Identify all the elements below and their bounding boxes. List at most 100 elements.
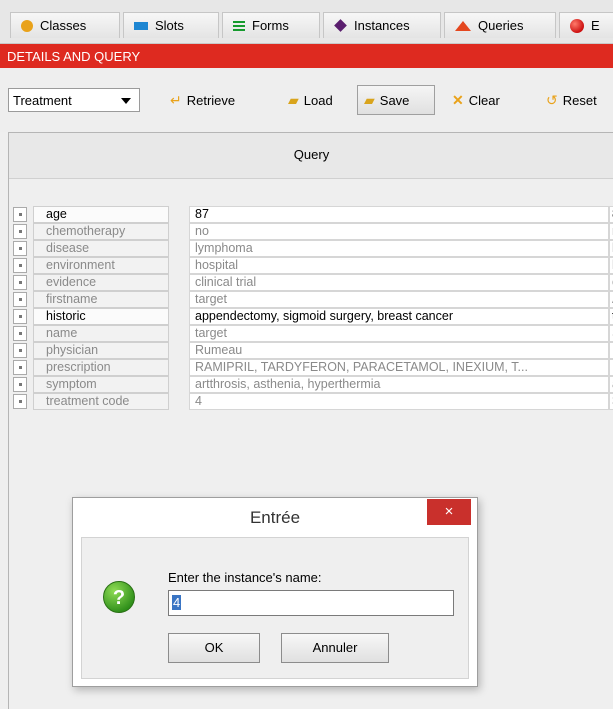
tab-label: Forms — [252, 18, 289, 33]
tab-label: Classes — [40, 18, 87, 33]
section-title: DETAILS AND QUERY — [7, 48, 141, 64]
forms-icon — [233, 20, 245, 31]
cancel-label: Annuler — [312, 640, 358, 655]
query-row-environment: environment hospital h — [13, 257, 613, 274]
query-row-physician: physician Rumeau M — [13, 342, 613, 359]
tab-partial[interactable]: E — [559, 12, 613, 38]
slots-icon — [134, 21, 148, 30]
ball-icon — [570, 18, 584, 33]
query-row-treatment-code: treatment code 4 3 — [13, 393, 613, 410]
slot-value[interactable]: RAMIPRIL, TARDYFERON, PARACETAMOL, INEXI… — [189, 359, 609, 376]
reset-icon: ↺ — [546, 92, 558, 108]
dialog-body: ? Enter the instance's name: 4 OK Annule… — [81, 537, 469, 679]
clear-label: Clear — [468, 92, 500, 108]
slot-extra-value[interactable]: M — [609, 342, 613, 359]
instances-icon — [334, 19, 347, 32]
row-bullet-icon[interactable] — [13, 377, 27, 392]
slot-extra-value[interactable]: 8 — [609, 206, 613, 223]
slot-name: firstname — [33, 291, 169, 308]
slot-extra-value[interactable]: F — [609, 359, 613, 376]
tab-instances[interactable]: Instances — [323, 12, 441, 38]
retrieve-label: Retrieve — [186, 92, 236, 108]
query-title: Query — [293, 147, 330, 162]
toolbar: Treatment ↵ Retrieve ▰ Load ▰ Save ✕ Cle… — [0, 68, 613, 132]
slot-name: physician — [33, 342, 169, 359]
slot-name: historic — [33, 308, 169, 325]
slot-name: treatment code — [33, 393, 169, 410]
query-row-disease: disease lymphoma ly — [13, 240, 613, 257]
row-bullet-icon[interactable] — [13, 224, 27, 239]
section-header: DETAILS AND QUERY — [0, 44, 613, 68]
query-row-evidence: evidence clinical trial c — [13, 274, 613, 291]
row-bullet-icon[interactable] — [13, 394, 27, 409]
slot-value[interactable]: Rumeau — [189, 342, 609, 359]
load-button[interactable]: ▰ Load — [282, 86, 339, 114]
query-row-historic: historic appendectomy, sigmoid surgery, … — [13, 308, 613, 325]
class-select[interactable]: Treatment — [8, 88, 140, 112]
row-bullet-icon[interactable] — [13, 292, 27, 307]
tab-label: E — [591, 18, 600, 33]
row-bullet-icon[interactable] — [13, 241, 27, 256]
row-bullet-icon[interactable] — [13, 207, 27, 222]
query-row-prescription: prescription RAMIPRIL, TARDYFERON, PARAC… — [13, 359, 613, 376]
row-bullet-icon[interactable] — [13, 343, 27, 358]
close-button[interactable]: × — [427, 499, 471, 525]
tab-label: Instances — [354, 18, 410, 33]
slot-value[interactable]: target — [189, 325, 609, 342]
slot-extra-value[interactable]: t — [609, 308, 613, 325]
retrieve-button[interactable]: ↵ Retrieve — [164, 86, 241, 114]
slot-value[interactable]: artthrosis, asthenia, hyperthermia — [189, 376, 609, 393]
slot-extra-value[interactable]: a — [609, 376, 613, 393]
instance-name-input[interactable]: 4 — [168, 590, 454, 616]
dialog-prompt: Enter the instance's name: — [168, 570, 322, 585]
slot-name: prescription — [33, 359, 169, 376]
row-bullet-icon[interactable] — [13, 258, 27, 273]
slot-value[interactable]: 87 — [189, 206, 609, 223]
ok-button[interactable]: OK — [168, 633, 260, 663]
tab-classes[interactable]: Classes — [10, 12, 120, 38]
tab-label: Queries — [478, 18, 524, 33]
class-select-value: Treatment — [13, 92, 72, 108]
slot-extra-value[interactable]: 3 — [609, 393, 613, 410]
clear-button[interactable]: ✕ Clear — [446, 86, 506, 114]
slot-extra-value[interactable]: ly — [609, 240, 613, 257]
tab-slots[interactable]: Slots — [123, 12, 219, 38]
close-icon: × — [444, 503, 454, 520]
slot-value[interactable]: target — [189, 291, 609, 308]
clear-x-icon: ✕ — [452, 92, 464, 108]
slot-value[interactable]: hospital — [189, 257, 609, 274]
slot-extra-value[interactable]: A — [609, 291, 613, 308]
input-selected-text: 4 — [172, 595, 182, 610]
row-bullet-icon[interactable] — [13, 275, 27, 290]
slot-name: evidence — [33, 274, 169, 291]
instance-name-dialog: Entrée × ? Enter the instance's name: 4 … — [72, 497, 478, 687]
slot-value[interactable]: appendectomy, sigmoid surgery, breast ca… — [189, 308, 609, 325]
slot-extra-value[interactable]: n — [609, 223, 613, 240]
row-bullet-icon[interactable] — [13, 309, 27, 324]
save-button[interactable]: ▰ Save — [357, 85, 435, 115]
reset-button[interactable]: ↺ Reset — [540, 86, 603, 114]
slot-extra-value[interactable]: h — [609, 257, 613, 274]
slot-value[interactable]: no — [189, 223, 609, 240]
tab-queries[interactable]: Queries — [444, 12, 556, 38]
query-row-age: age 87 8 — [13, 206, 613, 223]
slot-extra-value[interactable]: S — [609, 325, 613, 342]
slot-value[interactable]: lymphoma — [189, 240, 609, 257]
row-bullet-icon[interactable] — [13, 360, 27, 375]
retrieve-arrow-icon: ↵ — [170, 92, 182, 108]
tab-forms[interactable]: Forms — [222, 12, 320, 38]
slot-name: symptom — [33, 376, 169, 393]
save-folder-icon: ▰ — [364, 92, 375, 108]
slot-name: environment — [33, 257, 169, 274]
load-folder-icon: ▰ — [288, 92, 299, 108]
slot-extra-value[interactable]: c — [609, 274, 613, 291]
dialog-title: Entrée — [249, 508, 301, 527]
tab-label: Slots — [155, 18, 184, 33]
cancel-button[interactable]: Annuler — [281, 633, 389, 663]
row-bullet-icon[interactable] — [13, 326, 27, 341]
ok-label: OK — [204, 640, 224, 655]
slot-value[interactable]: clinical trial — [189, 274, 609, 291]
load-label: Load — [303, 92, 333, 108]
slot-value[interactable]: 4 — [189, 393, 609, 410]
slot-name: name — [33, 325, 169, 342]
